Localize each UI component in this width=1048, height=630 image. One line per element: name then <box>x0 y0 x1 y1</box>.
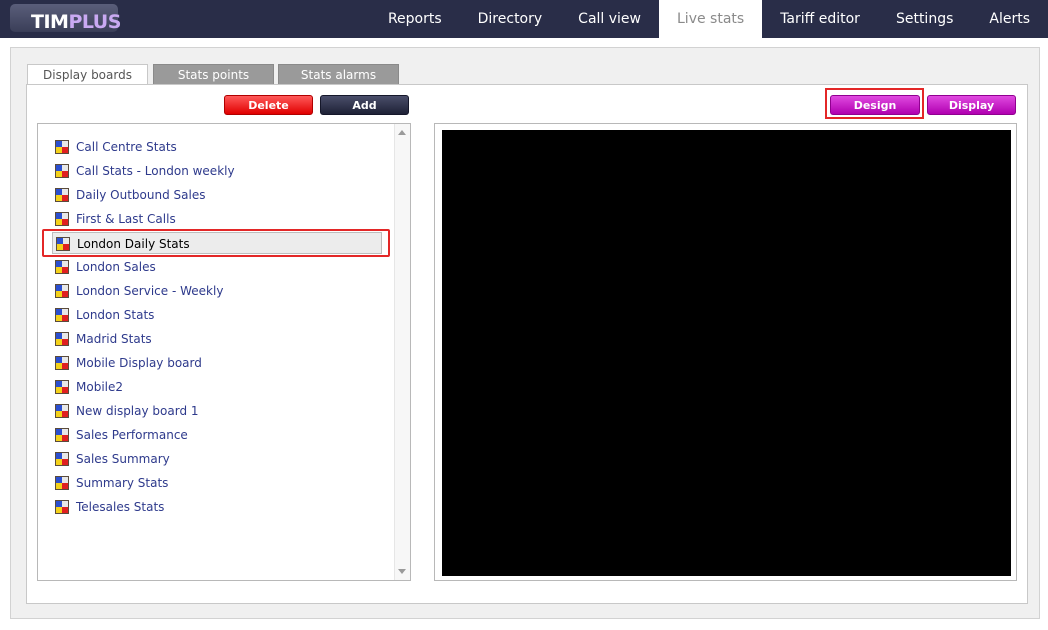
display-board-icon <box>55 500 69 514</box>
list-item-label: London Stats <box>76 308 155 322</box>
display-board-icon <box>55 404 69 418</box>
add-button[interactable]: Add <box>320 95 409 115</box>
list-item-label: Daily Outbound Sales <box>76 188 206 202</box>
main-nav: Reports Directory Call view Live stats T… <box>370 0 1048 38</box>
list-item-label: First & Last Calls <box>76 212 176 226</box>
list-item[interactable]: Summary Stats <box>52 472 382 494</box>
nav-directory[interactable]: Directory <box>460 0 561 38</box>
nav-reports[interactable]: Reports <box>370 0 460 38</box>
list-item[interactable]: Mobile2 <box>52 376 382 398</box>
list-item-label: Telesales Stats <box>76 500 165 514</box>
tab-stats-points[interactable]: Stats points <box>153 64 274 85</box>
display-board-icon <box>55 260 69 274</box>
board-preview-frame <box>434 123 1017 581</box>
selected-item-highlight <box>42 229 390 257</box>
list-item[interactable]: Call Stats - London weekly <box>52 160 382 182</box>
list-item[interactable]: Telesales Stats <box>52 496 382 518</box>
logo-accent: PLUS <box>68 11 121 33</box>
logo[interactable]: TIMPLUS <box>10 4 121 33</box>
list-item-label: Madrid Stats <box>76 332 152 346</box>
display-button[interactable]: Display <box>927 95 1016 115</box>
list-item-label: New display board 1 <box>76 404 199 418</box>
nav-live-stats[interactable]: Live stats <box>659 0 763 38</box>
list-item[interactable]: First & Last Calls <box>52 208 382 230</box>
list-item[interactable]: New display board 1 <box>52 400 382 422</box>
list-item-label: Mobile2 <box>76 380 123 394</box>
display-board-icon <box>55 452 69 466</box>
list-item-label: Summary Stats <box>76 476 169 490</box>
list-item-label: Mobile Display board <box>76 356 202 370</box>
list-item[interactable]: Sales Performance <box>52 424 382 446</box>
display-board-icon <box>55 188 69 202</box>
display-boards-list[interactable]: Call Centre Stats Call Stats - London we… <box>37 123 411 581</box>
nav-settings[interactable]: Settings <box>878 0 971 38</box>
list-scrollbar[interactable] <box>394 124 410 580</box>
list-item[interactable]: London Sales <box>52 256 382 278</box>
scroll-up-arrow-icon[interactable] <box>398 130 406 135</box>
display-board-icon <box>55 140 69 154</box>
list-item[interactable]: Sales Summary <box>52 448 382 470</box>
display-board-icon <box>55 356 69 370</box>
display-board-icon <box>55 380 69 394</box>
display-board-icon <box>55 332 69 346</box>
logo-main: TIM <box>31 11 69 33</box>
display-board-icon <box>55 476 69 490</box>
nav-call-view[interactable]: Call view <box>560 0 659 38</box>
list-item-label: London Service - Weekly <box>76 284 224 298</box>
list-item[interactable]: Daily Outbound Sales <box>52 184 382 206</box>
list-item[interactable]: Call Centre Stats <box>52 136 382 158</box>
list-item-label: Sales Performance <box>76 428 188 442</box>
list-item-label: London Sales <box>76 260 156 274</box>
display-board-icon <box>55 308 69 322</box>
list-item[interactable]: London Stats <box>52 304 382 326</box>
display-board-icon <box>55 212 69 226</box>
scroll-down-arrow-icon[interactable] <box>398 569 406 574</box>
list-item-label: Call Centre Stats <box>76 140 177 154</box>
tab-display-boards[interactable]: Display boards <box>27 64 148 86</box>
display-board-icon <box>55 164 69 178</box>
list-item[interactable]: Madrid Stats <box>52 328 382 350</box>
nav-tariff-editor[interactable]: Tariff editor <box>762 0 878 38</box>
display-board-icon <box>55 428 69 442</box>
board-preview-screen <box>442 130 1011 576</box>
display-board-icon <box>55 284 69 298</box>
delete-button[interactable]: Delete <box>224 95 313 115</box>
list-item-label: Call Stats - London weekly <box>76 164 235 178</box>
tab-stats-alarms[interactable]: Stats alarms <box>278 64 399 85</box>
design-button-highlight <box>825 88 924 119</box>
list-item[interactable]: London Service - Weekly <box>52 280 382 302</box>
logo-text: TIMPLUS <box>27 11 125 33</box>
nav-alerts[interactable]: Alerts <box>971 0 1048 38</box>
list-item-label: Sales Summary <box>76 452 170 466</box>
list-item[interactable]: Mobile Display board <box>52 352 382 374</box>
top-bar: TIMPLUS Reports Directory Call view Live… <box>0 0 1048 38</box>
